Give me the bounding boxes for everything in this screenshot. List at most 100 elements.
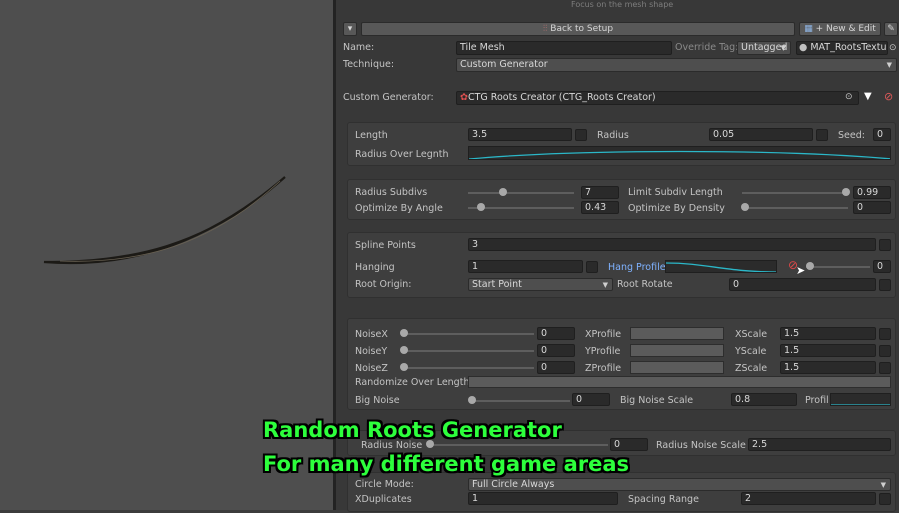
big-noise-slider-track[interactable]	[470, 400, 570, 402]
technique-label: Technique:	[343, 59, 395, 70]
circle-mode-value: Full Circle Always	[472, 479, 555, 490]
big-noise-scale-label: Big Noise Scale	[620, 395, 694, 406]
curve-graph	[666, 262, 776, 272]
noisex-field[interactable]: 0	[537, 327, 575, 340]
hanging-toggle[interactable]	[586, 261, 598, 273]
big-noise-slider-handle[interactable]	[468, 396, 476, 404]
radius-over-length-label: Radius Over Legnth	[355, 149, 449, 160]
root-rotate-toggle[interactable]	[879, 279, 891, 291]
radius-noise-slider-track[interactable]	[430, 444, 608, 446]
root-origin-dropdown[interactable]: Start Point ▼	[468, 278, 613, 291]
chevron-down-icon: ▾	[347, 24, 353, 34]
radius-toggle[interactable]	[816, 129, 828, 141]
profil-label: Profil	[805, 395, 829, 406]
object-picker-icon[interactable]: ⊙	[845, 92, 853, 102]
radius-subdivs-slider-track[interactable]	[468, 192, 574, 194]
hanging-field[interactable]: 1	[468, 260, 583, 273]
radius-noise-scale-field[interactable]: 2.5	[748, 438, 891, 451]
noisex-slider-track[interactable]	[404, 333, 534, 335]
noisey-field[interactable]: 0	[537, 344, 575, 357]
mouse-cursor-icon: ➤	[796, 264, 806, 277]
limit-subdiv-length-label: Limit Subdiv Length	[628, 187, 723, 198]
limit-subdiv-field[interactable]: 0.99	[853, 186, 891, 199]
root-rotate-field[interactable]: 0	[729, 278, 876, 291]
limit-subdiv-slider-track[interactable]	[742, 192, 848, 194]
radius-subdivs-field[interactable]: 7	[581, 186, 619, 199]
ctg-asset-icon: ✿	[460, 92, 468, 103]
grid-icon: ▦	[804, 24, 816, 34]
caption-line-2: For many different game areas	[263, 452, 630, 476]
override-tag-dropdown[interactable]: Untagged ▼	[737, 41, 791, 55]
optimize-density-slider-track[interactable]	[742, 207, 848, 209]
technique-dropdown[interactable]: Custom Generator ▼	[456, 58, 897, 72]
noisex-scale-label: XScale	[735, 329, 768, 340]
technique-value: Custom Generator	[460, 59, 548, 70]
hang-profile-slider-track[interactable]	[806, 266, 870, 268]
noisey-slider-handle[interactable]	[400, 346, 408, 354]
hang-profile-field[interactable]: 0	[873, 260, 891, 273]
optimize-by-angle-label: Optimize By Angle	[355, 203, 443, 214]
noisex-scale-toggle[interactable]	[879, 328, 891, 340]
spacing-range-field[interactable]: 2	[741, 492, 876, 505]
noisey-scale-toggle[interactable]	[879, 345, 891, 357]
material-icon: ●	[799, 42, 811, 53]
object-picker-icon[interactable]: ⊙	[889, 43, 897, 53]
spline-points-label: Spline Points	[355, 240, 416, 251]
noisey-profile-curve[interactable]	[630, 344, 724, 357]
spline-points-field[interactable]: 3	[468, 238, 876, 251]
seed-field[interactable]: 0	[873, 128, 891, 141]
xduplicates-field[interactable]: 1	[468, 492, 618, 505]
limit-subdiv-slider-handle[interactable]	[842, 188, 850, 196]
radius-subdivs-label: Radius Subdivs	[355, 187, 428, 198]
collapse-button[interactable]: ▾	[343, 22, 357, 36]
custom-generator-field[interactable]: ✿CTG Roots Creator (CTG_Roots Creator)	[456, 91, 859, 105]
name-label: Name:	[343, 42, 375, 53]
back-to-setup-button[interactable]: ⫶⫶ Back to Setup	[361, 22, 795, 36]
noisez-slider-handle[interactable]	[400, 363, 408, 371]
big-noise-scale-field[interactable]: 0.8	[731, 393, 797, 406]
hang-profile-curve[interactable]	[665, 260, 777, 273]
noisex-profile-label: XProfile	[585, 329, 622, 340]
spline-points-toggle[interactable]	[879, 239, 891, 251]
profil-curve[interactable]	[830, 393, 891, 406]
wrench-button[interactable]: ✎	[884, 22, 898, 36]
reset-icon[interactable]: ⊘	[884, 90, 893, 103]
optimize-density-field[interactable]: 0	[853, 201, 891, 214]
noisez-profile-label: ZProfile	[585, 363, 622, 374]
noisey-slider-track[interactable]	[404, 350, 534, 352]
spacing-range-toggle[interactable]	[879, 493, 891, 505]
noisex-label: NoiseX	[355, 329, 388, 340]
name-field[interactable]: Tile Mesh	[456, 41, 672, 55]
optimize-angle-slider-handle[interactable]	[477, 203, 485, 211]
optimize-density-slider-handle[interactable]	[741, 203, 749, 211]
noisez-field[interactable]: 0	[537, 361, 575, 374]
noisez-profile-curve[interactable]	[630, 361, 724, 374]
dropdown-arrow-icon: ▼	[886, 61, 892, 69]
noisey-scale-field[interactable]: 1.5	[780, 344, 876, 357]
override-tag-label: Override Tag:	[675, 42, 739, 53]
new-and-edit-button[interactable]: ▦ + New & Edit	[799, 22, 881, 36]
noisez-scale-field[interactable]: 1.5	[780, 361, 876, 374]
big-noise-field[interactable]: 0	[572, 393, 610, 406]
radius-field[interactable]: 0.05	[709, 128, 813, 141]
optimize-angle-field[interactable]: 0.43	[581, 201, 619, 214]
length-field[interactable]: 3.5	[468, 128, 572, 141]
randomize-over-length-curve[interactable]	[468, 376, 891, 388]
expand-arrow-icon[interactable]: ▼	[864, 91, 872, 102]
dropdown-arrow-icon: ▼	[880, 481, 886, 489]
noisez-scale-toggle[interactable]	[879, 362, 891, 374]
hang-profile-slider-handle[interactable]	[806, 262, 814, 270]
noisex-profile-curve[interactable]	[630, 327, 724, 340]
noisez-slider-track[interactable]	[404, 367, 534, 369]
custom-generator-value: CTG Roots Creator (CTG_Roots Creator)	[467, 92, 656, 103]
material-field[interactable]: ● MAT_RootsTextur	[796, 41, 888, 55]
noisex-scale-field[interactable]: 1.5	[780, 327, 876, 340]
radius-over-length-curve[interactable]	[468, 146, 891, 160]
circle-mode-dropdown[interactable]: Full Circle Always ▼	[468, 478, 891, 491]
root-rotate-label: Root Rotate	[617, 279, 673, 290]
radius-noise-field[interactable]: 0	[610, 438, 648, 451]
noisex-slider-handle[interactable]	[400, 329, 408, 337]
length-toggle[interactable]	[575, 129, 587, 141]
randomize-over-length-label: Randomize Over Length	[355, 377, 470, 388]
radius-subdivs-slider-handle[interactable]	[499, 188, 507, 196]
